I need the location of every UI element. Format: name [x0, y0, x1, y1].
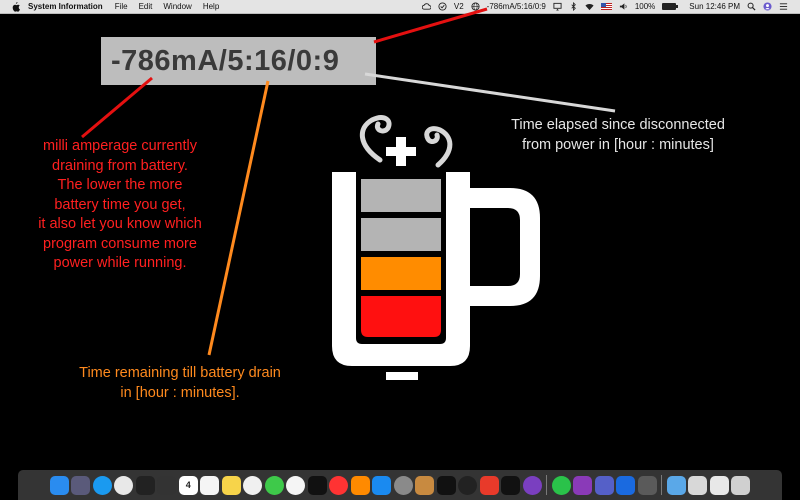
trash-icon[interactable] [731, 475, 751, 495]
milliamp-line: program consume more [43, 235, 197, 252]
remaining-line: Time remaining till battery drain [79, 365, 281, 381]
elapsed-explanation: Time elapsed since disconnected from powe… [488, 116, 748, 155]
steam-left [360, 115, 392, 163]
terminal-icon[interactable] [436, 475, 456, 495]
preview-icon[interactable] [415, 475, 435, 495]
minus-sign [386, 372, 418, 380]
milliamp-line: draining from battery. [52, 157, 188, 174]
itunes-icon[interactable] [286, 475, 306, 495]
reminders-icon[interactable] [200, 475, 220, 495]
safari-icon[interactable] [92, 475, 112, 495]
cup-handle [470, 188, 540, 306]
chrome-icon[interactable] [114, 475, 134, 495]
milliamp-line: it also let you know which [38, 216, 202, 232]
xcode-icon[interactable] [616, 475, 636, 495]
apple-tv-icon[interactable] [307, 475, 327, 495]
level-segment-orange [361, 257, 441, 290]
github-icon[interactable] [522, 475, 542, 495]
arrow-milliamp [81, 76, 153, 139]
battery-app-icon[interactable] [501, 475, 521, 495]
messages-icon[interactable] [264, 475, 284, 495]
app-store-icon[interactable] [372, 475, 392, 495]
level-segment-red [361, 296, 441, 337]
system-preferences-icon[interactable] [393, 475, 413, 495]
screenshot-folder-icon[interactable] [688, 475, 708, 495]
documents-stack-icon[interactable] [709, 475, 729, 495]
speed-test-icon[interactable] [458, 475, 478, 495]
steam-right [424, 126, 453, 168]
automator-icon[interactable] [637, 475, 657, 495]
teamviewer-icon[interactable] [479, 475, 499, 495]
elapsed-line: from power in [hour : minutes] [522, 136, 714, 153]
milliamp-line: The lower the more [57, 177, 183, 193]
milliamp-line: milli amperage currently [43, 138, 197, 154]
milliamp-line: power while running. [53, 255, 187, 271]
istat-icon[interactable] [157, 475, 177, 495]
teams-icon[interactable] [594, 475, 614, 495]
onenote-icon[interactable] [573, 475, 593, 495]
activity-monitor-icon[interactable] [135, 475, 155, 495]
notes-icon[interactable] [221, 475, 241, 495]
plus-vertical [396, 137, 406, 166]
whatsapp-icon[interactable] [551, 475, 571, 495]
photos-icon[interactable] [243, 475, 263, 495]
downloads-folder-icon[interactable] [666, 475, 686, 495]
finder-icon[interactable] [49, 475, 69, 495]
arrow-elapsed [364, 72, 616, 113]
arrow-to-menubar [373, 7, 488, 44]
elapsed-line: Time elapsed since disconnected [511, 117, 725, 133]
calendar-day: 4 [185, 480, 191, 490]
level-segment-gray-top [361, 179, 441, 212]
launchpad-icon[interactable] [71, 475, 91, 495]
dock-separator [661, 475, 663, 495]
level-segment-gray-2 [361, 218, 441, 251]
dock-separator [546, 475, 548, 495]
remaining-line: in [hour : minutes]. [120, 384, 240, 401]
milliamp-line: battery time you get, [54, 196, 186, 213]
milliamp-explanation: milli amperage currently draining from ba… [15, 137, 225, 274]
dock: 4 [18, 470, 782, 500]
news-icon[interactable] [329, 475, 349, 495]
ibooks-icon[interactable] [350, 475, 370, 495]
calendar-icon[interactable]: 4 [178, 475, 198, 495]
remaining-explanation: Time remaining till battery drain in [hou… [55, 364, 305, 403]
battery-cup-logo [332, 115, 540, 380]
